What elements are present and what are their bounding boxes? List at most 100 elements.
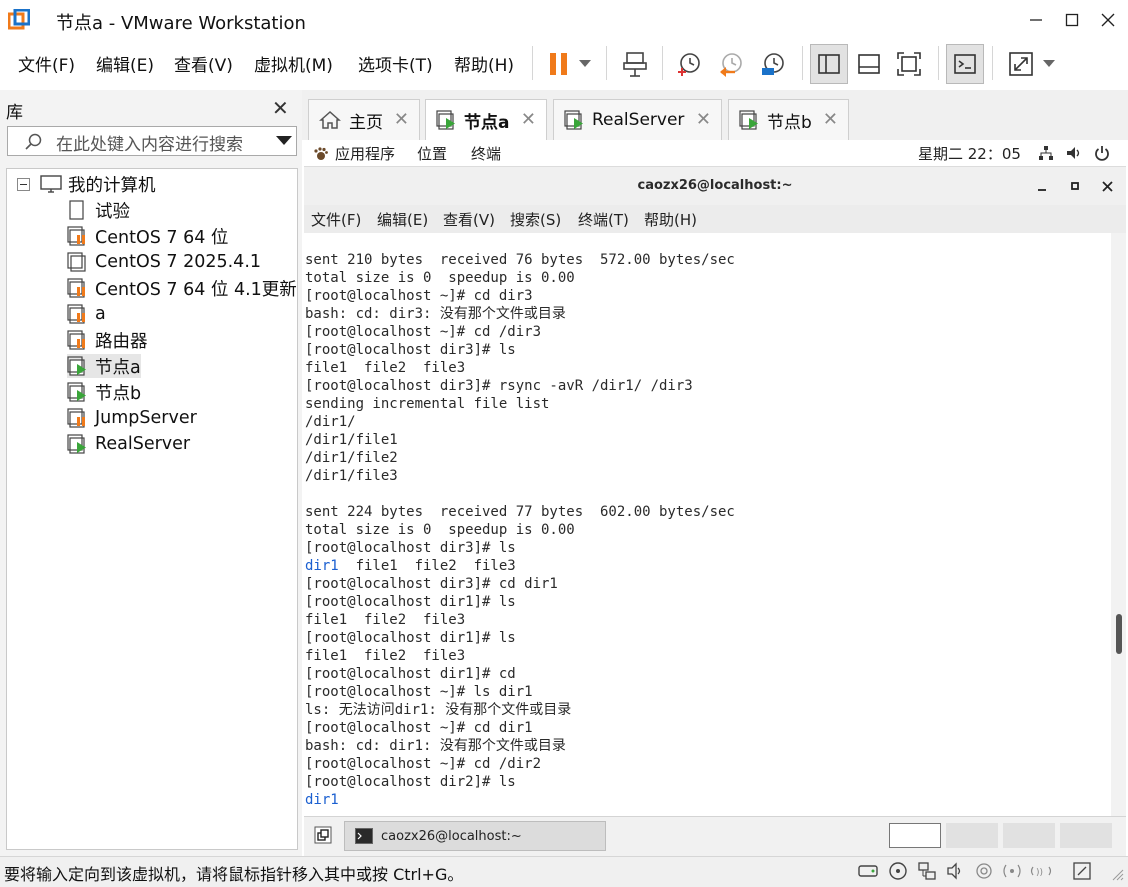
close-icon[interactable] <box>1102 181 1113 192</box>
tree-item-my-computer[interactable]: 我的计算机 <box>17 172 156 196</box>
computer-icon <box>40 175 62 193</box>
console-view-icon[interactable] <box>946 44 984 84</box>
terminal-title: caozx26@localhost:~ <box>637 178 793 193</box>
snapshot-manager-icon[interactable] <box>754 44 792 84</box>
minimize-icon[interactable] <box>1037 182 1047 192</box>
resize-grip-icon[interactable] <box>1110 866 1124 881</box>
terminal-line: file1 file2 file3 <box>305 360 466 376</box>
workspace-2[interactable] <box>946 823 998 848</box>
chevron-down-icon[interactable] <box>276 136 292 146</box>
close-icon[interactable]: ✕ <box>696 109 711 130</box>
revert-snapshot-icon[interactable] <box>712 44 750 84</box>
vm-paused-icon <box>67 330 85 350</box>
tree-item-label: 节点a <box>95 357 141 378</box>
chevron-down-icon[interactable] <box>572 44 598 84</box>
tab-home[interactable]: 主页 ✕ <box>308 99 420 140</box>
menu-file[interactable]: 文件(F) <box>18 51 75 76</box>
network-adapter-icon[interactable] <box>916 860 938 882</box>
tab-realserver[interactable]: RealServer ✕ <box>553 99 722 140</box>
terminal-menu-view[interactable]: 查看(V) <box>443 209 495 230</box>
show-library-icon[interactable] <box>810 44 848 84</box>
tab-label: 主页 <box>349 112 383 133</box>
terminal-line: /dir1/file1 <box>305 432 398 448</box>
sound-card-icon[interactable] <box>945 860 967 882</box>
thumbnail-bar-icon[interactable] <box>850 44 888 84</box>
collapse-icon[interactable] <box>17 177 30 191</box>
menu-vm[interactable]: 虚拟机(M) <box>254 51 333 76</box>
full-screen-icon[interactable] <box>890 44 928 84</box>
maximize-icon[interactable] <box>1070 181 1080 191</box>
tree-item-vm[interactable]: CentOS 7 64 位 <box>67 224 228 248</box>
menu-edit[interactable]: 编辑(E) <box>96 51 154 76</box>
menu-view[interactable]: 查看(V) <box>174 51 233 76</box>
terminal-menu-terminal[interactable]: 终端(T) <box>578 209 629 230</box>
close-button[interactable] <box>1090 6 1126 34</box>
maximize-button[interactable] <box>1054 6 1090 34</box>
library-search-box[interactable]: 在此处键入内容进行搜索 <box>7 126 297 156</box>
menu-tabs[interactable]: 选项卡(T) <box>358 51 433 76</box>
printer-icon[interactable]: )) <box>1030 860 1052 882</box>
tree-item-label: 路由器 <box>95 331 148 352</box>
gnome-places-menu[interactable]: 位置 <box>417 143 447 164</box>
workspace-4[interactable] <box>1060 823 1112 848</box>
terminal-output[interactable]: sent 210 bytes received 76 bytes 572.00 … <box>304 233 1111 816</box>
tree-item-vm[interactable]: RealServer <box>67 432 190 456</box>
vm-paused-icon <box>67 278 85 298</box>
minimize-button[interactable] <box>1018 6 1054 34</box>
terminal-menu-edit[interactable]: 编辑(E) <box>377 209 428 230</box>
send-ctrl-alt-del-icon[interactable] <box>616 44 654 84</box>
terminal-menu-help[interactable]: 帮助(H) <box>644 209 697 230</box>
taskbar-terminal-button[interactable]: caozx26@localhost:~ <box>344 821 606 851</box>
stretch-guest-icon[interactable] <box>1002 44 1040 84</box>
tab-node-a[interactable]: 节点a ✕ <box>425 99 547 140</box>
usb-icon[interactable] <box>973 860 995 882</box>
terminal-line: [root@localhost dir1]# ls <box>305 630 516 646</box>
terminal-line: [root@localhost dir3]# ls <box>305 540 516 556</box>
gnome-clock[interactable]: 星期二 22：05 <box>918 143 1021 164</box>
terminal-line: ls: 无法访问dir1: 没有那个文件或目录 <box>305 702 572 718</box>
close-icon[interactable]: ✕ <box>823 109 838 130</box>
library-tree: 我的计算机 试验 CentOS 7 64 位 CentOS 7 2025.4.1… <box>6 168 298 850</box>
snapshot-icon[interactable] <box>670 44 708 84</box>
show-desktop-icon[interactable] <box>314 826 332 844</box>
menu-help[interactable]: 帮助(H) <box>454 51 514 76</box>
cd-dvd-icon[interactable] <box>887 860 909 882</box>
vm-running-icon <box>436 110 455 130</box>
vm-running-icon <box>67 356 86 376</box>
tree-item-vm[interactable]: CentOS 7 64 位 4.1更新 <box>67 276 297 300</box>
terminal-menu-search[interactable]: 搜索(S) <box>510 209 561 230</box>
tree-item-vm[interactable]: JumpServer <box>67 406 197 430</box>
terminal-line: file1 file2 file3 <box>305 648 466 664</box>
scrollbar-thumb[interactable] <box>1116 614 1122 654</box>
gnome-applications-menu[interactable]: 应用程序 <box>335 143 395 164</box>
tree-item-vm[interactable]: CentOS 7 2025.4.1 <box>67 250 261 274</box>
tree-item-vm[interactable]: 试验 <box>67 198 130 222</box>
bluetooth-icon[interactable] <box>1001 860 1023 882</box>
tab-node-b[interactable]: 节点b ✕ <box>728 99 849 140</box>
volume-icon[interactable] <box>1066 145 1082 161</box>
terminal-menu-file[interactable]: 文件(F) <box>311 209 361 230</box>
gnome-terminal-menu[interactable]: 终端 <box>471 143 501 164</box>
chevron-down-icon[interactable] <box>1036 44 1062 84</box>
hard-disk-icon[interactable] <box>857 860 879 882</box>
tree-item-vm[interactable]: a <box>67 302 106 326</box>
home-icon <box>319 110 341 129</box>
workspace-1[interactable] <box>889 823 941 848</box>
power-icon[interactable] <box>1094 145 1110 161</box>
tree-item-vm[interactable]: 节点b <box>67 380 141 404</box>
terminal-scrollbar[interactable] <box>1111 233 1126 816</box>
tree-item-vm-selected[interactable]: 节点a <box>67 354 141 378</box>
close-icon[interactable]: ✕ <box>394 109 409 130</box>
message-log-icon[interactable] <box>1071 860 1093 882</box>
vm-running-icon <box>739 110 758 130</box>
svg-text:)): )) <box>1036 868 1043 878</box>
close-icon[interactable]: ✕ <box>521 109 536 130</box>
network-icon[interactable] <box>1038 145 1054 161</box>
close-icon[interactable]: ✕ <box>272 96 289 120</box>
toolbar-separator <box>532 46 533 80</box>
terminal-line: [root@localhost ~]# cd /dir3 <box>305 324 542 340</box>
workspace-3[interactable] <box>1003 823 1055 848</box>
terminal-line: /dir1/ <box>305 414 356 430</box>
tree-item-vm[interactable]: 路由器 <box>67 328 148 352</box>
terminal-line: sending incremental file list <box>305 396 550 412</box>
